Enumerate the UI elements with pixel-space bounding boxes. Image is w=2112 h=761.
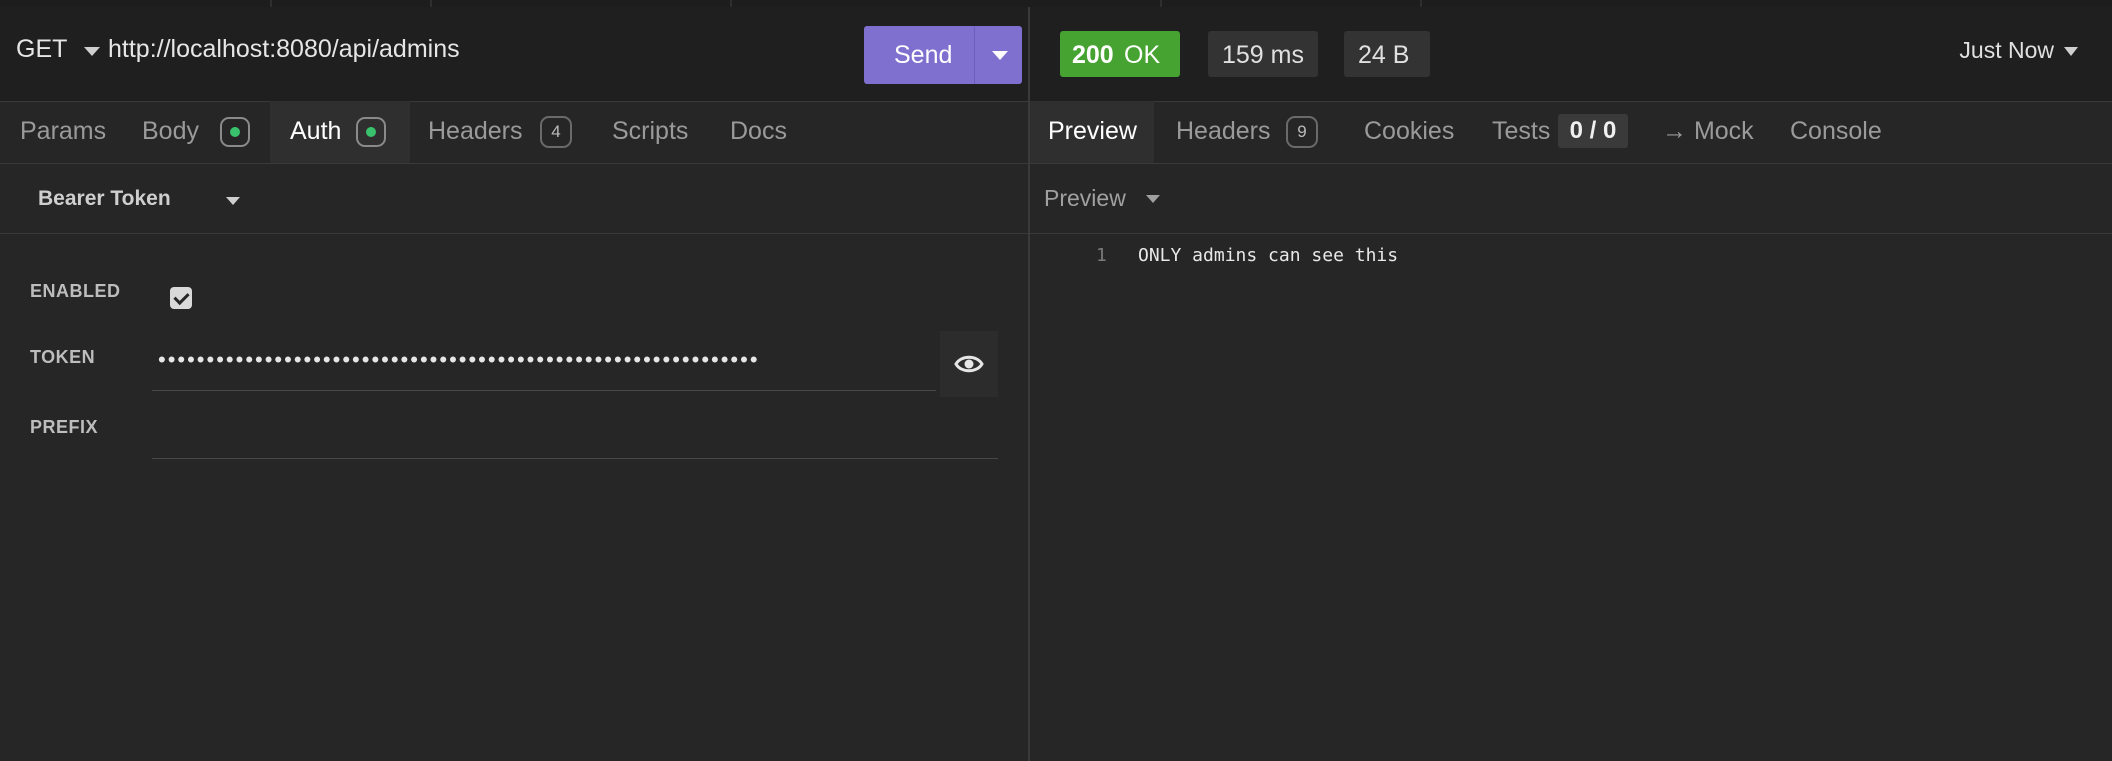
token-label: TOKEN [30, 347, 96, 367]
body-status-dot-icon [220, 117, 250, 147]
response-tabs: Preview Headers 9 Cookies Tests 0 / 0 → … [1030, 101, 2112, 164]
preview-mode-select[interactable]: Preview [1044, 185, 1126, 212]
preview-mode-bar: Preview [1030, 163, 2112, 234]
auth-type-select[interactable]: Bearer Token [38, 187, 171, 211]
enabled-label: ENABLED [30, 281, 121, 301]
response-size: 24 B [1358, 41, 1410, 69]
send-button[interactable]: Send [864, 26, 1022, 84]
auth-status-dot-icon [356, 117, 386, 147]
send-button-label: Send [894, 41, 953, 69]
send-divider [974, 26, 975, 84]
history-chevron-down-icon[interactable] [2064, 47, 2078, 56]
tab-headers[interactable]: Headers [428, 117, 523, 147]
response-body: ONLY admins can see this [1138, 245, 1399, 266]
response-time-badge: 159 ms [1208, 31, 1318, 77]
tab-auth[interactable]: Auth [290, 117, 341, 147]
status-text: OK [1124, 41, 1161, 69]
eye-icon [954, 355, 984, 373]
tab-cookies[interactable]: Cookies [1364, 117, 1454, 147]
method-chevron-down-icon[interactable] [84, 47, 100, 56]
tab-params[interactable]: Params [20, 117, 106, 147]
tab-response-headers[interactable]: Headers [1176, 117, 1271, 147]
token-input[interactable]: ••••••••••••••••••••••••••••••••••••••••… [158, 347, 938, 371]
auth-type-bar: Bearer Token [0, 163, 1028, 234]
tab-tests[interactable]: Tests [1492, 117, 1550, 147]
tests-count-badge: 0 / 0 [1558, 114, 1628, 148]
window-tab-strip [0, 0, 2112, 7]
tab-console[interactable]: Console [1790, 117, 1882, 147]
preview-mode-chevron-down-icon[interactable] [1146, 195, 1160, 203]
response-time: 159 ms [1222, 41, 1304, 69]
request-tabs: Params Body Auth Headers 4 Scripts Docs [0, 101, 1028, 164]
send-options-chevron-down-icon[interactable] [992, 51, 1008, 60]
line-number: 1 [1096, 245, 1107, 266]
response-headers-count-badge: 9 [1286, 116, 1318, 148]
response-pane: 200 OK 159 ms 24 B Just Now Preview Head… [1030, 7, 2112, 761]
tab-docs[interactable]: Docs [730, 117, 787, 147]
status-code: 200 [1072, 41, 1114, 69]
headers-count-badge: 4 [540, 116, 572, 148]
method-select[interactable]: GET [16, 35, 67, 64]
tab-body[interactable]: Body [142, 117, 199, 147]
tab-mock[interactable]: → Mock [1662, 117, 1754, 147]
prefix-label: PREFIX [30, 417, 99, 437]
prefix-input[interactable] [152, 458, 998, 459]
token-underline [152, 390, 936, 391]
tab-scripts[interactable]: Scripts [612, 117, 688, 147]
request-pane: GET http://localhost:8080/api/admins Sen… [0, 7, 1028, 761]
response-status-bar: 200 OK 159 ms 24 B Just Now [1030, 7, 2112, 102]
show-token-button[interactable] [940, 331, 998, 397]
auth-type-chevron-down-icon[interactable] [226, 197, 240, 205]
url-input[interactable]: http://localhost:8080/api/admins [108, 35, 460, 64]
tab-preview[interactable]: Preview [1048, 117, 1137, 147]
history-select[interactable]: Just Now [1959, 37, 2054, 64]
response-size-badge: 24 B [1344, 31, 1430, 77]
url-bar: GET http://localhost:8080/api/admins Sen… [0, 7, 1028, 102]
enabled-checkbox[interactable] [170, 287, 192, 309]
status-badge: 200 OK [1060, 31, 1180, 77]
